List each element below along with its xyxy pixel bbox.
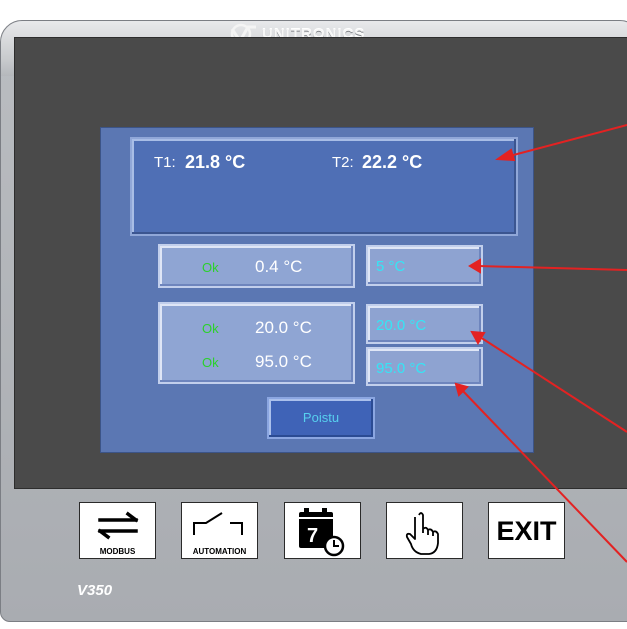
automation-key[interactable]: AUTOMATION [181, 502, 258, 559]
reading-value-3: 95.0 °C [255, 352, 312, 371]
automation-caption: AUTOMATION [192, 547, 247, 556]
calendar-day: 7 [307, 525, 318, 547]
hand-pointer-icon [405, 512, 439, 555]
exit-key[interactable]: EXIT [488, 502, 565, 559]
setpoint-field-2[interactable]: 20.0 °C [366, 304, 483, 344]
reading-value-2: 20.0 °C [255, 318, 312, 337]
t1-label: T1: [154, 154, 176, 171]
setpoint-value-2: 20.0 °C [376, 317, 427, 334]
status-ok-2: Ok [202, 321, 219, 336]
calendar-clock-icon: 7 [299, 508, 345, 557]
status-ok-1: Ok [202, 260, 219, 275]
exit-key-label: EXIT [496, 516, 557, 546]
modbus-caption: MODBUS [99, 547, 136, 556]
reading-value-1: 0.4 °C [255, 257, 303, 276]
modbus-key[interactable]: MODBUS [79, 502, 156, 559]
setpoint-field-1[interactable]: 5 °C [366, 245, 483, 286]
poistu-label: Poistu [302, 410, 340, 425]
poistu-button[interactable]: Poistu [267, 397, 375, 439]
temperature-display: T1: 21.8 °C T2: 22.2 °C [130, 137, 518, 236]
reading-box-1: Ok 0.4 °C [158, 244, 355, 288]
setpoint-field-3[interactable]: 95.0 °C [366, 347, 483, 386]
calendar-key[interactable]: 7 [284, 502, 361, 559]
t2-label: T2: [332, 154, 354, 171]
reading-box-2: Ok 20.0 °C Ok 95.0 °C [158, 302, 355, 384]
model-label: V350 [77, 582, 113, 599]
setpoint-value-1: 5 °C [376, 258, 406, 275]
setpoint-value-3: 95.0 °C [376, 360, 427, 377]
touch-key[interactable] [386, 502, 463, 559]
t2-value: 22.2 °C [362, 152, 423, 172]
status-ok-3: Ok [202, 355, 219, 370]
t1-value: 21.8 °C [185, 152, 246, 172]
